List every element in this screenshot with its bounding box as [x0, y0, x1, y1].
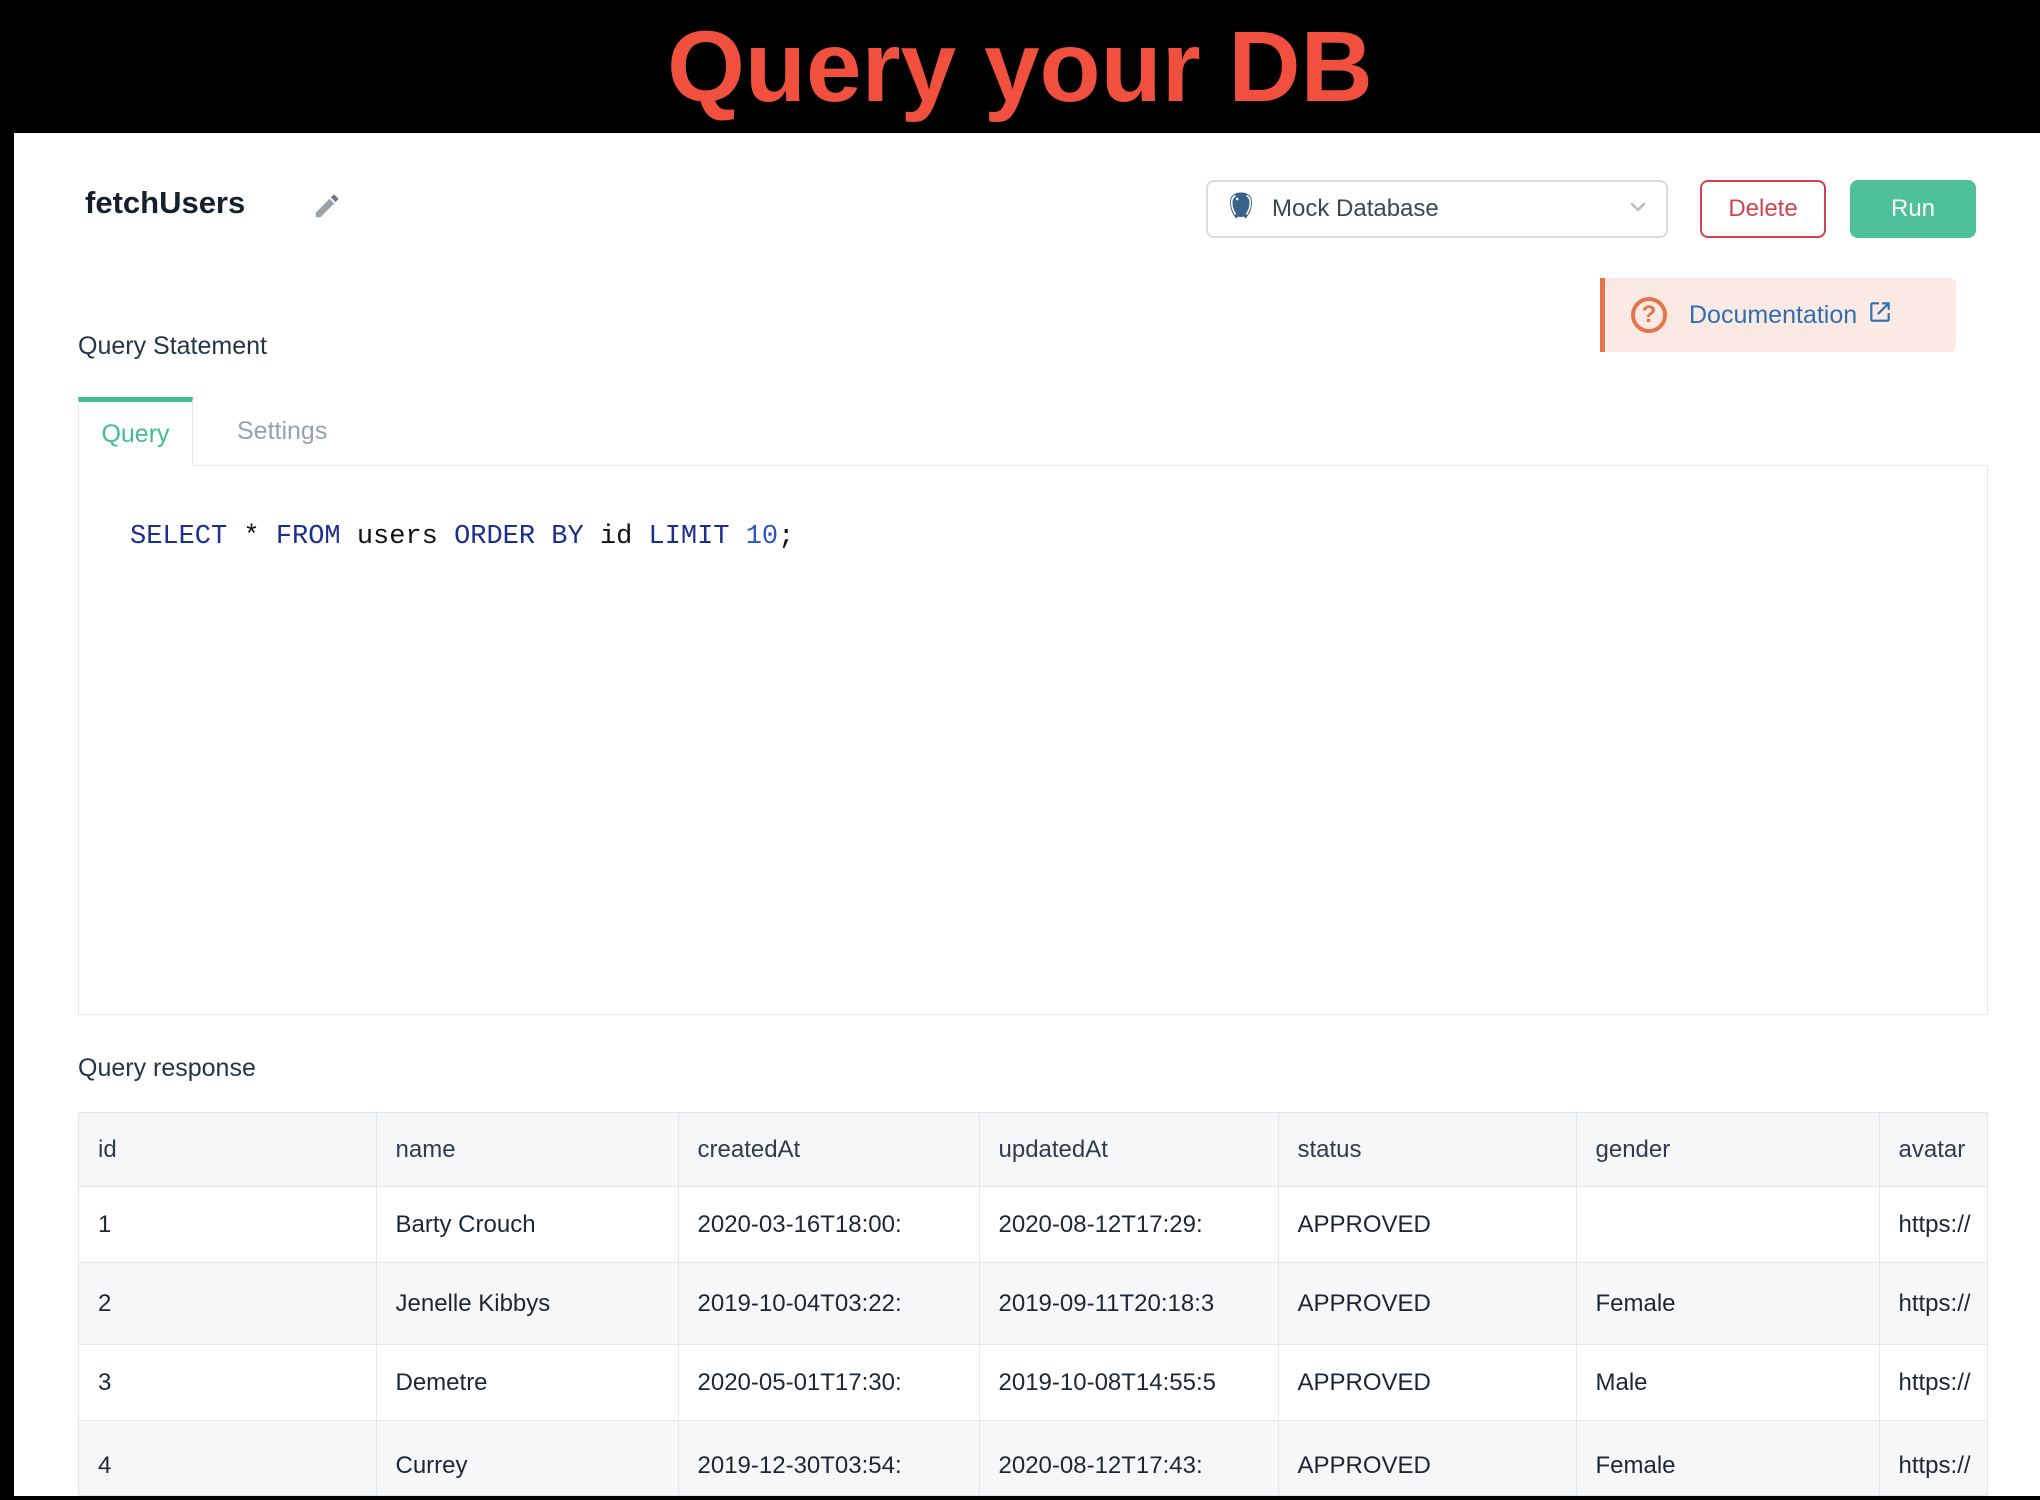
sql-token: BY [551, 522, 583, 552]
sql-token: ORDER [454, 522, 535, 552]
banner-title: Query your DB [667, 7, 1373, 127]
table-row: 1Barty Crouch2020-03-16T18:00:2020-08-12… [79, 1187, 1988, 1263]
table-cell: 2020-03-16T18:00: [678, 1187, 979, 1263]
postgresql-icon [1224, 190, 1258, 229]
sql-line: SELECT * FROM users ORDER BY id LIMIT 10… [130, 522, 794, 552]
table-cell [1576, 1187, 1879, 1263]
table-cell: Demetre [376, 1345, 678, 1421]
sql-token: * [227, 522, 276, 552]
table-cell: APPROVED [1278, 1421, 1576, 1497]
column-header-avatar: avatar [1879, 1113, 1988, 1187]
sql-token: users [341, 522, 454, 552]
table-cell: 2019-12-30T03:54: [678, 1421, 979, 1497]
delete-button[interactable]: Delete [1700, 180, 1826, 238]
table-cell: https:// [1879, 1421, 1988, 1497]
column-header-createdAt: createdAt [678, 1113, 979, 1187]
table-cell: 2019-10-04T03:22: [678, 1263, 979, 1345]
sql-token: LIMIT [649, 522, 730, 552]
column-header-name: name [376, 1113, 678, 1187]
tab-settings[interactable]: Settings [193, 397, 371, 466]
query-name: fetchUsers [85, 185, 245, 221]
database-select[interactable]: Mock Database [1206, 180, 1668, 238]
table-cell: 2019-09-11T20:18:3 [979, 1263, 1278, 1345]
table-cell: https:// [1879, 1345, 1988, 1421]
run-button[interactable]: Run [1850, 180, 1976, 238]
column-header-id: id [79, 1113, 376, 1187]
table-cell: Currey [376, 1421, 678, 1497]
question-circle-icon: ? [1631, 297, 1667, 333]
documentation-label: Documentation [1689, 301, 1857, 330]
table-cell: Barty Crouch [376, 1187, 678, 1263]
top-banner: Query your DB [0, 0, 2040, 133]
table-cell: 2020-05-01T17:30: [678, 1345, 979, 1421]
table-header-row: idnamecreatedAtupdatedAtstatusgenderavat… [79, 1113, 1988, 1187]
sql-token: id [584, 522, 649, 552]
table-cell: 2020-08-12T17:43: [979, 1421, 1278, 1497]
table-cell: 1 [79, 1187, 376, 1263]
query-statement-label: Query Statement [78, 332, 267, 361]
query-response-label: Query response [78, 1054, 256, 1083]
column-header-gender: gender [1576, 1113, 1879, 1187]
sql-token: FROM [276, 522, 341, 552]
table-cell: 3 [79, 1345, 376, 1421]
table-row: 2Jenelle Kibbys2019-10-04T03:22:2019-09-… [79, 1263, 1988, 1345]
documentation-link[interactable]: Documentation [1689, 299, 1893, 332]
table-cell: https:// [1879, 1187, 1988, 1263]
edit-pencil-icon[interactable] [312, 191, 342, 226]
response-table: idnamecreatedAtupdatedAtstatusgenderavat… [79, 1113, 1988, 1496]
external-link-icon [1867, 299, 1893, 332]
response-table-wrapper[interactable]: idnamecreatedAtupdatedAtstatusgenderavat… [78, 1112, 1988, 1496]
database-select-value: Mock Database [1272, 195, 1626, 223]
table-cell: 2019-10-08T14:55:5 [979, 1345, 1278, 1421]
table-cell: Female [1576, 1263, 1879, 1345]
table-cell: https:// [1879, 1263, 1988, 1345]
statement-tabs: Query Settings [78, 397, 371, 466]
chevron-down-icon [1626, 195, 1650, 224]
column-header-status: status [1278, 1113, 1576, 1187]
sql-token [730, 522, 746, 552]
tab-query[interactable]: Query [78, 397, 193, 466]
table-row: 3Demetre2020-05-01T17:30:2019-10-08T14:5… [79, 1345, 1988, 1421]
table-cell: APPROVED [1278, 1263, 1576, 1345]
table-cell: 2 [79, 1263, 376, 1345]
table-cell: Jenelle Kibbys [376, 1263, 678, 1345]
table-cell: 2020-08-12T17:29: [979, 1187, 1278, 1263]
sql-token: 10 [746, 522, 778, 552]
column-header-updatedAt: updatedAt [979, 1113, 1278, 1187]
table-cell: APPROVED [1278, 1345, 1576, 1421]
table-cell: APPROVED [1278, 1187, 1576, 1263]
sql-token: ; [778, 522, 794, 552]
sql-editor[interactable]: SELECT * FROM users ORDER BY id LIMIT 10… [78, 465, 1988, 1015]
sql-token [535, 522, 551, 552]
table-cell: Female [1576, 1421, 1879, 1497]
table-body: 1Barty Crouch2020-03-16T18:00:2020-08-12… [79, 1187, 1988, 1497]
main-panel: fetchUsers Mock Database Delete Run ? Do… [14, 133, 2040, 1496]
table-cell: Male [1576, 1345, 1879, 1421]
documentation-panel: ? Documentation [1600, 278, 1956, 352]
sql-token: SELECT [130, 522, 227, 552]
table-cell: 4 [79, 1421, 376, 1497]
table-row: 4Currey2019-12-30T03:54:2020-08-12T17:43… [79, 1421, 1988, 1497]
